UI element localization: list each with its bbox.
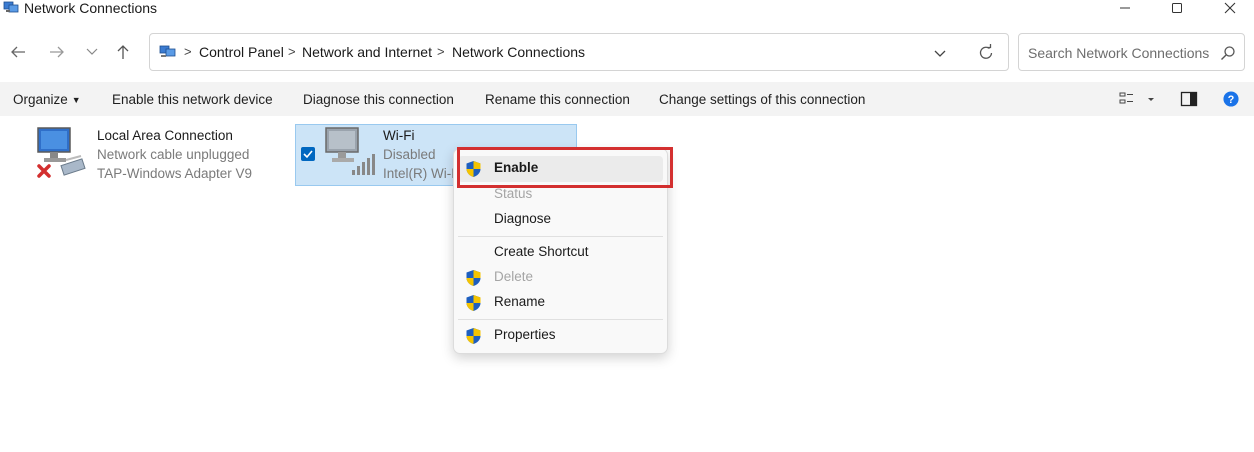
breadcrumb-separator: >: [288, 44, 296, 59]
enable-device-button[interactable]: Enable this network device: [112, 92, 273, 107]
checkmark-icon: [303, 150, 313, 159]
chevron-down-icon: [86, 48, 98, 55]
context-menu-properties[interactable]: Properties: [458, 323, 663, 349]
title-bar: Network Connections: [0, 0, 1254, 20]
search-icon[interactable]: [1220, 45, 1236, 61]
connection-status: Network cable unplugged: [97, 147, 250, 162]
network-folder-icon: [159, 45, 176, 57]
context-menu-rename[interactable]: Rename: [458, 290, 663, 316]
connection-name: Wi-Fi: [383, 128, 415, 143]
uac-shield-icon: [466, 295, 481, 311]
address-dropdown-icon[interactable]: [932, 45, 948, 61]
search-placeholder: Search Network Connections: [1028, 45, 1210, 61]
breadcrumb-network-connections[interactable]: Network Connections: [452, 44, 585, 60]
search-input[interactable]: Search Network Connections: [1018, 33, 1245, 71]
maximize-icon: [1172, 3, 1182, 13]
context-menu-separator: [458, 236, 663, 237]
arrow-left-icon: [11, 46, 25, 58]
context-menu-create-shortcut[interactable]: Create Shortcut: [458, 240, 663, 266]
context-menu-label: Status: [494, 186, 533, 201]
breadcrumb-separator: >: [184, 44, 192, 59]
connection-name: Local Area Connection: [97, 128, 233, 143]
back-button[interactable]: [6, 40, 30, 64]
change-settings-button[interactable]: Change settings of this connection: [659, 92, 865, 107]
minimize-icon: [1120, 7, 1130, 9]
window-title: Network Connections: [24, 0, 158, 16]
arrow-up-icon: [117, 45, 129, 59]
minimize-button[interactable]: [1102, 0, 1148, 20]
uac-shield-icon: [466, 328, 481, 344]
connection-status: Disabled: [383, 147, 436, 162]
connection-adapter: Intel(R) Wi-F: [383, 166, 460, 181]
arrow-right-icon: [50, 46, 64, 58]
network-connections-icon: [3, 1, 19, 13]
address-bar[interactable]: > Control Panel > Network and Internet >…: [149, 33, 1009, 71]
refresh-icon[interactable]: [976, 43, 996, 63]
context-menu-label: Delete: [494, 269, 534, 284]
maximize-button[interactable]: [1154, 0, 1200, 20]
rename-connection-button[interactable]: Rename this connection: [485, 92, 630, 107]
context-menu-label: Rename: [494, 294, 546, 309]
view-options-dropdown-icon[interactable]: [1146, 91, 1156, 107]
breadcrumb-network-and-internet[interactable]: Network and Internet: [302, 44, 432, 60]
close-button[interactable]: [1207, 0, 1253, 20]
change-view-icon[interactable]: [1119, 91, 1137, 107]
forward-button[interactable]: [45, 40, 69, 64]
context-menu-separator: [458, 319, 663, 320]
wifi-adapter-icon: [325, 127, 375, 175]
up-button[interactable]: [111, 40, 135, 64]
connection-adapter: TAP-Windows Adapter V9: [97, 166, 253, 181]
preview-pane-icon[interactable]: [1180, 91, 1198, 107]
svg-text:?: ?: [1228, 94, 1235, 106]
context-menu-label: Properties: [494, 327, 556, 342]
organize-label: Organize: [13, 92, 68, 107]
caret-down-icon: ▼: [71, 95, 81, 105]
context-menu-label: Create Shortcut: [494, 244, 589, 259]
context-menu-delete: Delete: [458, 265, 663, 291]
ethernet-adapter-icon: [37, 127, 86, 178]
close-icon: [1224, 2, 1236, 14]
highlight-box: [457, 147, 673, 188]
context-menu-label: Diagnose: [494, 211, 552, 226]
help-icon[interactable]: ?: [1222, 91, 1240, 107]
selection-checkbox[interactable]: [301, 147, 315, 161]
command-bar: Organize ▼ Enable this network device Dia…: [0, 82, 1254, 116]
breadcrumb-control-panel[interactable]: Control Panel: [199, 44, 284, 60]
recent-locations-button[interactable]: [80, 40, 104, 64]
organize-menu[interactable]: Organize ▼: [13, 92, 81, 107]
diagnose-connection-button[interactable]: Diagnose this connection: [303, 92, 454, 107]
breadcrumb-separator: >: [437, 44, 445, 59]
uac-shield-icon: [466, 270, 481, 286]
context-menu-diagnose[interactable]: Diagnose: [458, 207, 663, 233]
